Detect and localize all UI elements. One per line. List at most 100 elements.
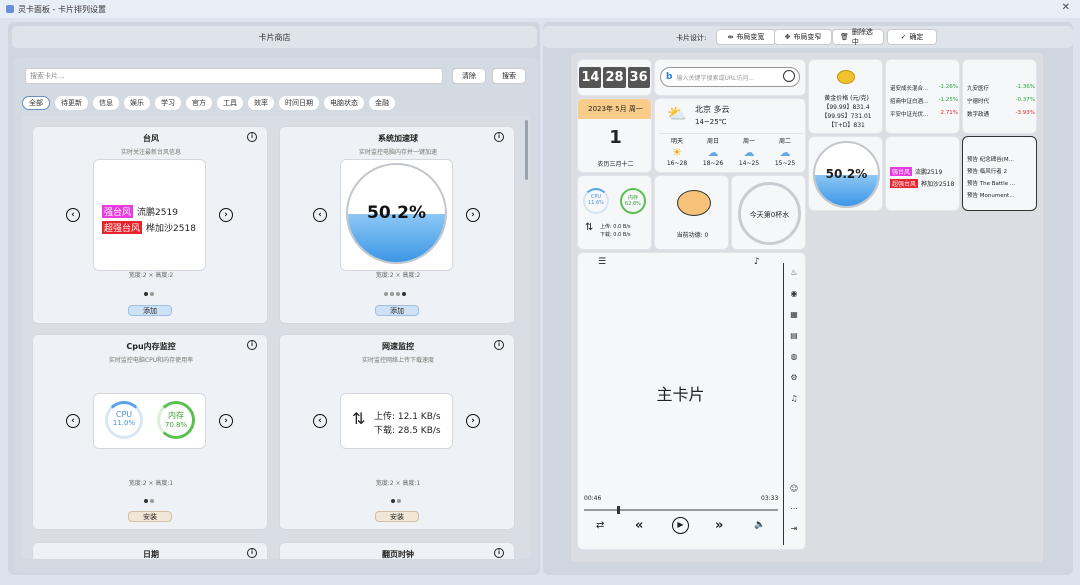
shop-card-speed-ball: 系统加速球 i 实时监控电脑内存并一键加速 50.2% ‹ › 宽度:2 × 高…: [279, 126, 515, 324]
category-tab[interactable]: 电脑状态: [324, 96, 364, 110]
info-icon[interactable]: i: [494, 340, 504, 350]
inbox-icon[interactable]: ▤: [789, 330, 799, 340]
game-item[interactable]: 预告 The Battle ...: [967, 179, 1035, 187]
volume-icon[interactable]: 🔈: [754, 520, 765, 530]
prev-arrow-icon[interactable]: ‹: [66, 208, 80, 222]
typhoon-tile[interactable]: 强台风 流鹏2519 超强台风 桦加沙2518: [885, 136, 960, 211]
confirm-button[interactable]: ✓ 确定: [887, 29, 937, 45]
category-tab[interactable]: 待更新: [55, 96, 88, 110]
prev-arrow-icon[interactable]: ‹: [313, 414, 327, 428]
next-arrow-icon[interactable]: ›: [219, 414, 233, 428]
gold-price-tile[interactable]: 黄金价格 (元/克) 【99.99】831.4 【99.95】731.01 【T…: [808, 59, 883, 134]
more-icon[interactable]: ⋯: [789, 503, 799, 513]
clear-button[interactable]: 清除: [452, 68, 486, 84]
fund-row: 诺安成长混合... -1.26%: [890, 84, 958, 92]
weather-tile[interactable]: ⛅ 北京 多云 14~25℃ 明天 ☀ 16~28 周日 ☁ 18~26 周一 ☁ 14~25 周…: [654, 98, 806, 173]
fund-change: -3.93%: [1015, 110, 1035, 116]
fire-icon[interactable]: ♨: [789, 267, 799, 277]
narrow-layout-button[interactable]: ✥ 布局变窄: [774, 29, 832, 45]
download-speed: 下载: 28.5 KB/s: [374, 426, 441, 436]
info-icon[interactable]: i: [247, 340, 257, 350]
gear-icon[interactable]: ⚙: [789, 372, 799, 382]
category-tab[interactable]: 官方: [186, 96, 212, 110]
install-button[interactable]: 安装: [128, 511, 172, 522]
pager-dots[interactable]: [390, 497, 402, 505]
game-news-tile[interactable]: 预告 纪念碑谷(M... 预告 临风行者 2 预告 The Battle ... 预告…: [962, 136, 1037, 211]
category-tab[interactable]: 效率: [248, 96, 274, 110]
playlist-icon[interactable]: ☰: [598, 257, 606, 267]
game-item[interactable]: 预告 临风行者 2: [967, 167, 1035, 175]
category-tab[interactable]: 金融: [369, 96, 395, 110]
gold-line-3: 【99.95】731.01: [821, 113, 872, 120]
scrollbar[interactable]: [525, 120, 528, 180]
total-time: 03:33: [761, 495, 779, 502]
calendar-icon[interactable]: ▦: [789, 309, 799, 319]
info-icon[interactable]: i: [247, 132, 257, 142]
next-arrow-icon[interactable]: ›: [466, 414, 480, 428]
fund-row: 数字政通 -3.93%: [967, 110, 1035, 118]
typhoon-tag: 强台风: [890, 167, 913, 176]
previous-icon[interactable]: «: [635, 518, 643, 533]
game-item[interactable]: 预告 Monument...: [967, 191, 1035, 199]
progress-track[interactable]: [584, 509, 778, 511]
cloudy-sun-icon: ⛅: [667, 104, 687, 123]
pager-dots[interactable]: [143, 497, 155, 505]
category-tab[interactable]: 时间日期: [279, 96, 319, 110]
search-input[interactable]: 搜索卡片...: [25, 68, 443, 84]
play-icon[interactable]: ▶: [672, 517, 689, 534]
eye-icon[interactable]: ◉: [789, 288, 799, 298]
game-item[interactable]: 预告 纪念碑谷(M...: [967, 155, 1035, 163]
forecast-range: 18~26: [702, 160, 724, 167]
game-controller-icon[interactable]: ◍: [789, 351, 799, 361]
install-button[interactable]: 安装: [375, 511, 419, 522]
app-logo-icon: [6, 5, 14, 13]
speed-ball-tile[interactable]: 50.2%: [808, 136, 883, 211]
fund-tile[interactable]: 诺安成长混合... -1.26% 招商中证白酒... -1.25% 平安中证光伏... 2…: [885, 59, 960, 134]
stock-tile[interactable]: 九安医疗 -1.36% 宁德时代 -0.37% 数字政通 -3.93%: [962, 59, 1037, 134]
pager-dots[interactable]: [383, 290, 407, 298]
pager-dots[interactable]: [143, 290, 155, 298]
main-card-tile[interactable]: ☰ ♪ ♨ ◉ ▦ ▤ ◍ ⚙ ♫ ☺ ⋯ ⇥ 主卡片 00:46 03:33 …: [577, 252, 806, 550]
music-list-icon[interactable]: ♫: [789, 393, 799, 403]
next-icon[interactable]: »: [715, 518, 723, 533]
info-icon[interactable]: i: [494, 548, 504, 558]
wooden-fish-icon[interactable]: [677, 190, 711, 216]
water-tile[interactable]: 今天第0杯水: [731, 175, 806, 250]
next-arrow-icon[interactable]: ›: [219, 208, 233, 222]
wooden-fish-tile[interactable]: 当前功德: 0: [654, 175, 729, 250]
info-icon[interactable]: i: [494, 132, 504, 142]
category-tab[interactable]: 全部: [22, 96, 50, 110]
shop-card-date: 日期 i: [32, 542, 268, 559]
search-icon[interactable]: [783, 70, 795, 82]
fund-change: -1.36%: [1015, 84, 1035, 90]
widen-layout-button[interactable]: ⇹ 布局变宽: [716, 29, 776, 45]
cpu-memory-tile[interactable]: CPU 11.6% 内存 62.8% ⇅ 上传: 0.0 B/s 下载: 0.0 B…: [577, 175, 652, 250]
browser-search-box[interactable]: b 输入关键字搜索或URL访问...: [660, 67, 800, 87]
date-tile[interactable]: 2023年 5月 周一 1 农历三月十二: [577, 98, 652, 173]
category-tab[interactable]: 娱乐: [124, 96, 150, 110]
progress-knob[interactable]: [616, 506, 620, 514]
category-tab[interactable]: 工具: [217, 96, 243, 110]
prev-arrow-icon[interactable]: ‹: [66, 414, 80, 428]
clock-tile[interactable]: 14 28 36: [577, 59, 652, 96]
prev-arrow-icon[interactable]: ‹: [313, 208, 327, 222]
next-arrow-icon[interactable]: ›: [466, 208, 480, 222]
info-icon[interactable]: i: [247, 548, 257, 558]
bing-logo-icon: b: [666, 72, 673, 82]
add-button[interactable]: 添加: [375, 305, 419, 316]
search-button[interactable]: 搜索: [492, 68, 526, 84]
design-label: 卡片设计:: [676, 34, 707, 42]
close-icon[interactable]: ✕: [1062, 2, 1070, 13]
music-note-icon[interactable]: ♪: [754, 257, 760, 267]
repeat-icon[interactable]: ⇄: [596, 520, 604, 531]
logout-icon[interactable]: ⇥: [789, 523, 799, 533]
typhoon-tag: 超强台风: [102, 221, 143, 234]
add-button[interactable]: 添加: [128, 305, 172, 316]
memory-ball[interactable]: 50.2%: [346, 163, 447, 264]
search-placeholder: 输入关键字搜索或URL访问...: [676, 74, 755, 82]
user-icon[interactable]: ☺: [789, 483, 799, 493]
category-tab[interactable]: 学习: [155, 96, 181, 110]
forecast-row: 明天 ☀ 16~28 周日 ☁ 18~26 周一 ☁ 14~25 周二 ☁ 15~25: [659, 133, 803, 169]
category-tab[interactable]: 信息: [93, 96, 119, 110]
delete-selected-button[interactable]: 🗑 删除选中: [832, 28, 884, 46]
